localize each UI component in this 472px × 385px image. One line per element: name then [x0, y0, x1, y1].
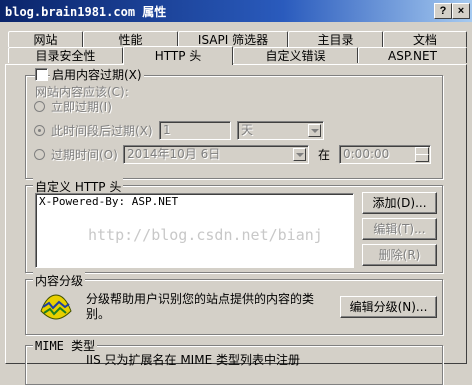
spin-down-icon[interactable]: [415, 154, 429, 162]
edit-ratings-button[interactable]: 编辑分级(N)...: [340, 296, 437, 318]
expire-now-radio[interactable]: [34, 101, 45, 112]
expire-after-unit-value: 天: [241, 123, 254, 137]
tab-home-directory[interactable]: 主目录: [288, 31, 383, 47]
tab-documents[interactable]: 文档: [383, 31, 467, 47]
expire-on-date-value: 2014年10月 6日: [127, 147, 221, 161]
expire-after-unit-select[interactable]: 天: [237, 121, 324, 140]
mime-description: IIS 只为扩展名在 MIME 类型列表中注册: [86, 353, 300, 367]
tab-http-headers[interactable]: HTTP 头: [123, 46, 233, 65]
rating-icon: [39, 291, 73, 321]
expire-on-date-picker[interactable]: 2014年10月 6日: [123, 145, 309, 164]
expire-on-time-value: 0:00:00: [343, 147, 390, 161]
expire-on-label: 过期时间(O): [51, 148, 118, 162]
content-rating-legend: 内容分级: [33, 272, 86, 289]
chevron-down-icon[interactable]: [308, 124, 321, 137]
edit-header-button[interactable]: 编辑(T)...: [362, 218, 437, 240]
tab-custom-errors[interactable]: 自定义错误: [233, 47, 358, 63]
expire-after-value-field[interactable]: 1: [159, 121, 231, 140]
help-button[interactable]: ?: [434, 3, 452, 19]
custom-headers-list[interactable]: X-Powered-By: ASP.NET: [35, 193, 354, 268]
expire-on-radio[interactable]: [34, 149, 45, 160]
expire-now-label: 立即过期(I): [51, 100, 112, 114]
content-rating-description: 分级帮助用户识别您的站点提供的内容的类别。: [86, 292, 315, 321]
tab-aspnet[interactable]: ASP.NET: [358, 47, 467, 63]
list-item[interactable]: X-Powered-By: ASP.NET: [39, 195, 178, 208]
tab-performance[interactable]: 性能: [83, 31, 178, 47]
at-label: 在: [318, 148, 331, 162]
tab-isapi-filters[interactable]: ISAPI 筛选器: [178, 31, 288, 47]
expire-after-label: 此时间段后过期(X): [51, 124, 153, 138]
chevron-down-icon[interactable]: [293, 148, 306, 161]
enable-expiry-checkbox[interactable]: [35, 68, 48, 81]
window-title: blog.brain1981.com 属性: [5, 5, 167, 19]
delete-header-button[interactable]: 删除(R): [362, 244, 437, 266]
title-bar: blog.brain1981.com 属性 ? ×: [0, 0, 472, 22]
enable-expiry-label: 启用内容过期(X): [50, 66, 144, 83]
close-button[interactable]: ×: [452, 3, 470, 19]
tab-website[interactable]: 网站: [8, 31, 83, 47]
add-header-button[interactable]: 添加(D)...: [362, 192, 437, 214]
tab-directory-security[interactable]: 目录安全性: [8, 47, 123, 63]
tab-panel: 启用内容过期(X) 网站内容应该(C): 立即过期(I) 此时间段后过期(X) …: [5, 64, 467, 385]
expire-on-time-field[interactable]: 0:00:00: [339, 145, 431, 164]
expire-after-radio[interactable]: [34, 125, 45, 136]
